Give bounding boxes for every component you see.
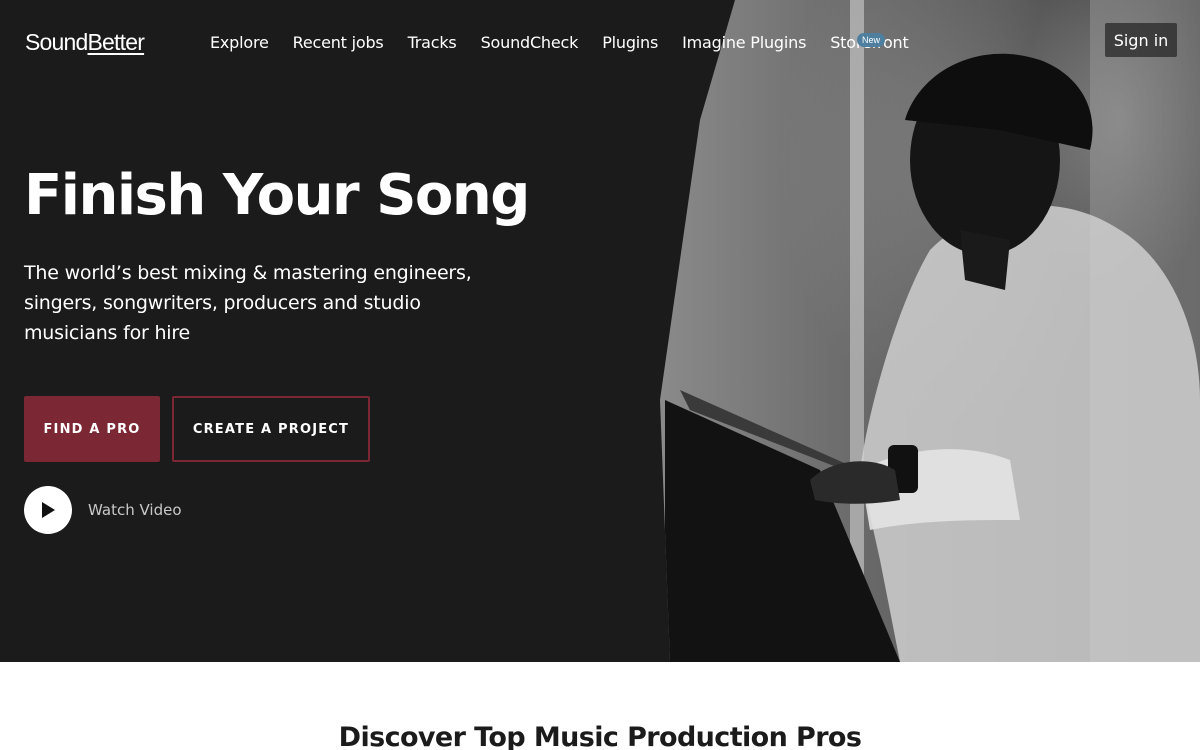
hero-title: Finish Your Song	[24, 163, 530, 228]
find-a-pro-button[interactable]: FIND A PRO	[24, 396, 160, 462]
nav-links: Explore Recent jobs Tracks SoundCheck Pl…	[210, 33, 933, 52]
hero-subtitle: The world’s best mixing & mastering engi…	[24, 262, 472, 344]
nav-link-imagine-plugins[interactable]: Imagine Plugins	[682, 33, 806, 52]
sign-in-button[interactable]: Sign in	[1105, 23, 1177, 57]
nav-link-plugins[interactable]: Plugins	[602, 33, 658, 52]
watch-video-label: Watch Video	[88, 501, 182, 519]
hero-section: SoundBetter Explore Recent jobs Tracks S…	[0, 0, 1200, 662]
discover-section-title: Discover Top Music Production Pros	[338, 722, 862, 750]
watch-video-link[interactable]: Watch Video	[24, 486, 182, 534]
logo-part-sound: Sound	[25, 29, 88, 55]
create-a-project-button[interactable]: CREATE A PROJECT	[172, 396, 370, 462]
nav-link-recent-jobs[interactable]: Recent jobs	[293, 33, 384, 52]
nav-link-explore[interactable]: Explore	[210, 33, 269, 52]
logo-part-better: Better	[87, 29, 145, 55]
play-icon	[42, 502, 55, 518]
nav-link-tracks[interactable]: Tracks	[408, 33, 457, 52]
soundbetter-logo[interactable]: SoundBetter	[25, 29, 145, 56]
top-navigation: SoundBetter Explore Recent jobs Tracks S…	[0, 0, 1200, 84]
nav-link-soundcheck[interactable]: SoundCheck	[481, 33, 579, 52]
new-badge: New	[857, 33, 886, 47]
play-button[interactable]	[24, 486, 72, 534]
